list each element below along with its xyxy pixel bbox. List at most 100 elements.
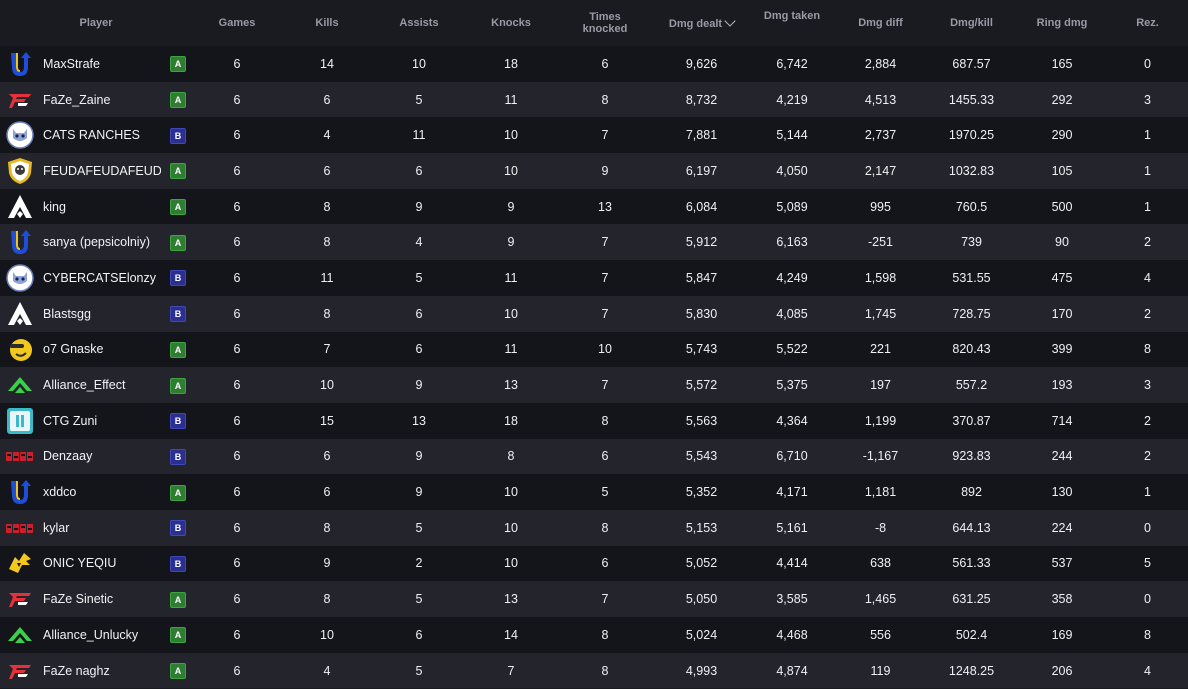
- player-cell[interactable]: kylar B: [0, 510, 192, 546]
- player-name[interactable]: xddco: [43, 485, 161, 499]
- table-row[interactable]: Denzaay B 6 6 9 8 6 5,543 6,710 -1,167 9…: [0, 438, 1188, 475]
- player-cell[interactable]: CTG Zuni B: [0, 403, 192, 439]
- ring-dmg-value: 224: [1051, 520, 1073, 535]
- player-name[interactable]: CTG Zuni: [43, 414, 161, 428]
- alliance-logo: [6, 371, 34, 399]
- player-name[interactable]: FaZe Sinetic: [43, 592, 161, 606]
- apex-logo: [6, 300, 34, 328]
- player-info: Denzaay B: [0, 439, 192, 474]
- player-cell[interactable]: ONIC YEQIU B: [0, 546, 192, 582]
- player-cell[interactable]: FEUDAFEUDAFEUDA A: [0, 153, 192, 189]
- kills-value: 11: [320, 270, 334, 285]
- dmg-dealt-value: 5,153: [685, 520, 718, 535]
- dmg-taken-value: 4,414: [776, 556, 808, 571]
- player-name[interactable]: FaZe_Zaine: [43, 93, 161, 107]
- dmg-kill-value: 923.83: [952, 449, 991, 464]
- player-name[interactable]: MaxStrafe: [43, 57, 161, 71]
- column-header-dmg-dealt[interactable]: Dmg dealt: [654, 0, 749, 46]
- player-cell[interactable]: Blastsgg B: [0, 296, 192, 332]
- s2g-logo: [6, 523, 33, 533]
- dmg-dealt-value: 5,572: [685, 378, 718, 393]
- table-row[interactable]: ONIC YEQIU B 6 9 2 10 6 5,052 4,414 638 …: [0, 545, 1188, 582]
- player-cell[interactable]: Alliance_Unlucky A: [0, 617, 192, 653]
- table-row[interactable]: sanya (pepsicolniy) A 6 8 4 9 7 5,912 6,…: [0, 224, 1188, 261]
- table-row[interactable]: CTG Zuni B 6 15 13 18 8 5,563 4,364 1,19…: [0, 402, 1188, 439]
- column-header-dmg-taken[interactable]: Dmg taken: [749, 0, 835, 46]
- table-row[interactable]: Alliance_Unlucky A 6 10 6 14 8 5,024 4,4…: [0, 617, 1188, 653]
- column-header-knocks[interactable]: Knocks: [466, 0, 556, 46]
- dmg-taken-value: 4,219: [776, 92, 808, 107]
- table-row[interactable]: MaxStrafe A 6 14 10 18 6 9,626 6,742 2,8…: [0, 46, 1188, 82]
- player-name[interactable]: FEUDAFEUDAFEUDA: [43, 164, 161, 178]
- player-name[interactable]: FaZe naghz: [43, 664, 161, 678]
- table-row[interactable]: Alliance_Effect A 6 10 9 13 7 5,572 5,37…: [0, 367, 1188, 403]
- times-knocked-value: 9: [601, 163, 609, 178]
- player-cell[interactable]: sanya (pepsicolniy) A: [0, 224, 192, 260]
- column-header-games[interactable]: Games: [192, 0, 282, 46]
- rez-value: 2: [1144, 306, 1151, 321]
- player-cell[interactable]: xddco A: [0, 474, 192, 510]
- column-header-dmg-kill[interactable]: Dmg/kill: [926, 0, 1017, 46]
- ring-dmg-value: 193: [1051, 378, 1073, 393]
- dmg-dealt-value: 5,563: [685, 413, 718, 428]
- player-cell[interactable]: o7 Gnaske A: [0, 332, 192, 368]
- u-team-logo: [11, 51, 31, 76]
- table-row[interactable]: FaZe Sinetic A 6 8 5 13 7 5,050 3,585 1,…: [0, 581, 1188, 617]
- player-name[interactable]: Blastsgg: [43, 307, 161, 321]
- dmg-diff-value: 1,181: [864, 485, 897, 500]
- player-name[interactable]: CATS RANCHES: [43, 128, 161, 142]
- table-row[interactable]: CATS RANCHES B 6 4 11 10 7 7,881 5,144 2…: [0, 117, 1188, 154]
- dmg-diff-value: -8: [874, 520, 887, 535]
- table-row[interactable]: FEUDAFEUDAFEUDA A 6 6 6 10 9 6,197 4,050…: [0, 153, 1188, 189]
- group-badge: A: [170, 663, 186, 680]
- player-name[interactable]: Alliance_Unlucky: [43, 628, 161, 642]
- rez-value: 2: [1144, 449, 1151, 464]
- player-name[interactable]: Denzaay: [43, 449, 161, 463]
- player-cell[interactable]: FaZe Sinetic A: [0, 581, 192, 617]
- player-name[interactable]: CYBERCATSElonzy: [43, 271, 161, 285]
- times-knocked-value: 8: [601, 92, 609, 107]
- table-row[interactable]: king A 6 8 9 9 13 6,084 5,089 995 760.5 …: [0, 188, 1188, 225]
- games-value: 6: [233, 342, 241, 357]
- column-header-assists[interactable]: Assists: [372, 0, 466, 46]
- shield-crest-logo: [6, 157, 34, 185]
- table-row[interactable]: kylar B 6 8 5 10 8 5,153 5,161 -8 644.13…: [0, 509, 1188, 546]
- table-row[interactable]: FaZe naghz A 6 4 5 7 8 4,993 4,874 119 1…: [0, 652, 1188, 689]
- column-header-ring-dmg[interactable]: Ring dmg: [1017, 0, 1107, 46]
- player-name[interactable]: ONIC YEQIU: [43, 556, 161, 570]
- kills-value: 6: [323, 163, 331, 178]
- dmg-taken-value: 4,874: [776, 663, 808, 678]
- column-header-rez[interactable]: Rez.: [1107, 0, 1188, 46]
- table-row[interactable]: Blastsgg B 6 8 6 10 7 5,830 4,085 1,745 …: [0, 295, 1188, 332]
- player-cell[interactable]: FaZe naghz A: [0, 653, 192, 689]
- player-name[interactable]: kylar: [43, 521, 161, 535]
- player-cell[interactable]: CATS RANCHES B: [0, 117, 192, 153]
- rez-value: 0: [1144, 592, 1151, 607]
- group-badge: A: [170, 163, 186, 180]
- player-name[interactable]: o7 Gnaske: [43, 342, 161, 356]
- table-row[interactable]: CYBERCATSElonzy B 6 11 5 11 7 5,847 4,24…: [0, 260, 1188, 296]
- column-header-player[interactable]: Player: [0, 0, 192, 46]
- column-header-times-knocked[interactable]: Times knocked: [556, 0, 654, 46]
- dmg-diff-value: 197: [870, 378, 891, 393]
- table-row[interactable]: o7 Gnaske A 6 7 6 11 10 5,743 5,522 221 …: [0, 331, 1188, 368]
- group-badge: B: [170, 520, 186, 537]
- column-header-kills[interactable]: Kills: [282, 0, 372, 46]
- dmg-taken-value: 6,163: [776, 235, 808, 250]
- player-name[interactable]: king: [43, 200, 161, 214]
- player-name[interactable]: sanya (pepsicolniy): [43, 235, 161, 249]
- player-cell[interactable]: MaxStrafe A: [0, 46, 192, 82]
- player-info: CATS RANCHES B: [0, 118, 192, 153]
- player-cell[interactable]: CYBERCATSElonzy B: [0, 260, 192, 296]
- player-name[interactable]: Alliance_Effect: [43, 378, 161, 392]
- player-cell[interactable]: FaZe_Zaine A: [0, 82, 192, 118]
- player-cell[interactable]: Alliance_Effect A: [0, 367, 192, 403]
- table-row[interactable]: FaZe_Zaine A 6 6 5 11 8 8,732 4,219 4,51…: [0, 81, 1188, 118]
- table-body: MaxStrafe A 6 14 10 18 6 9,626 6,742 2,8…: [0, 46, 1188, 689]
- player-cell[interactable]: king A: [0, 189, 192, 225]
- column-header-dmg-diff[interactable]: Dmg diff: [835, 0, 926, 46]
- dmg-dealt-value: 8,732: [685, 92, 718, 107]
- player-cell[interactable]: Denzaay B: [0, 439, 192, 475]
- table-row[interactable]: xddco A 6 6 9 10 5 5,352 4,171 1,181 892…: [0, 474, 1188, 510]
- group-badge: A: [170, 199, 186, 216]
